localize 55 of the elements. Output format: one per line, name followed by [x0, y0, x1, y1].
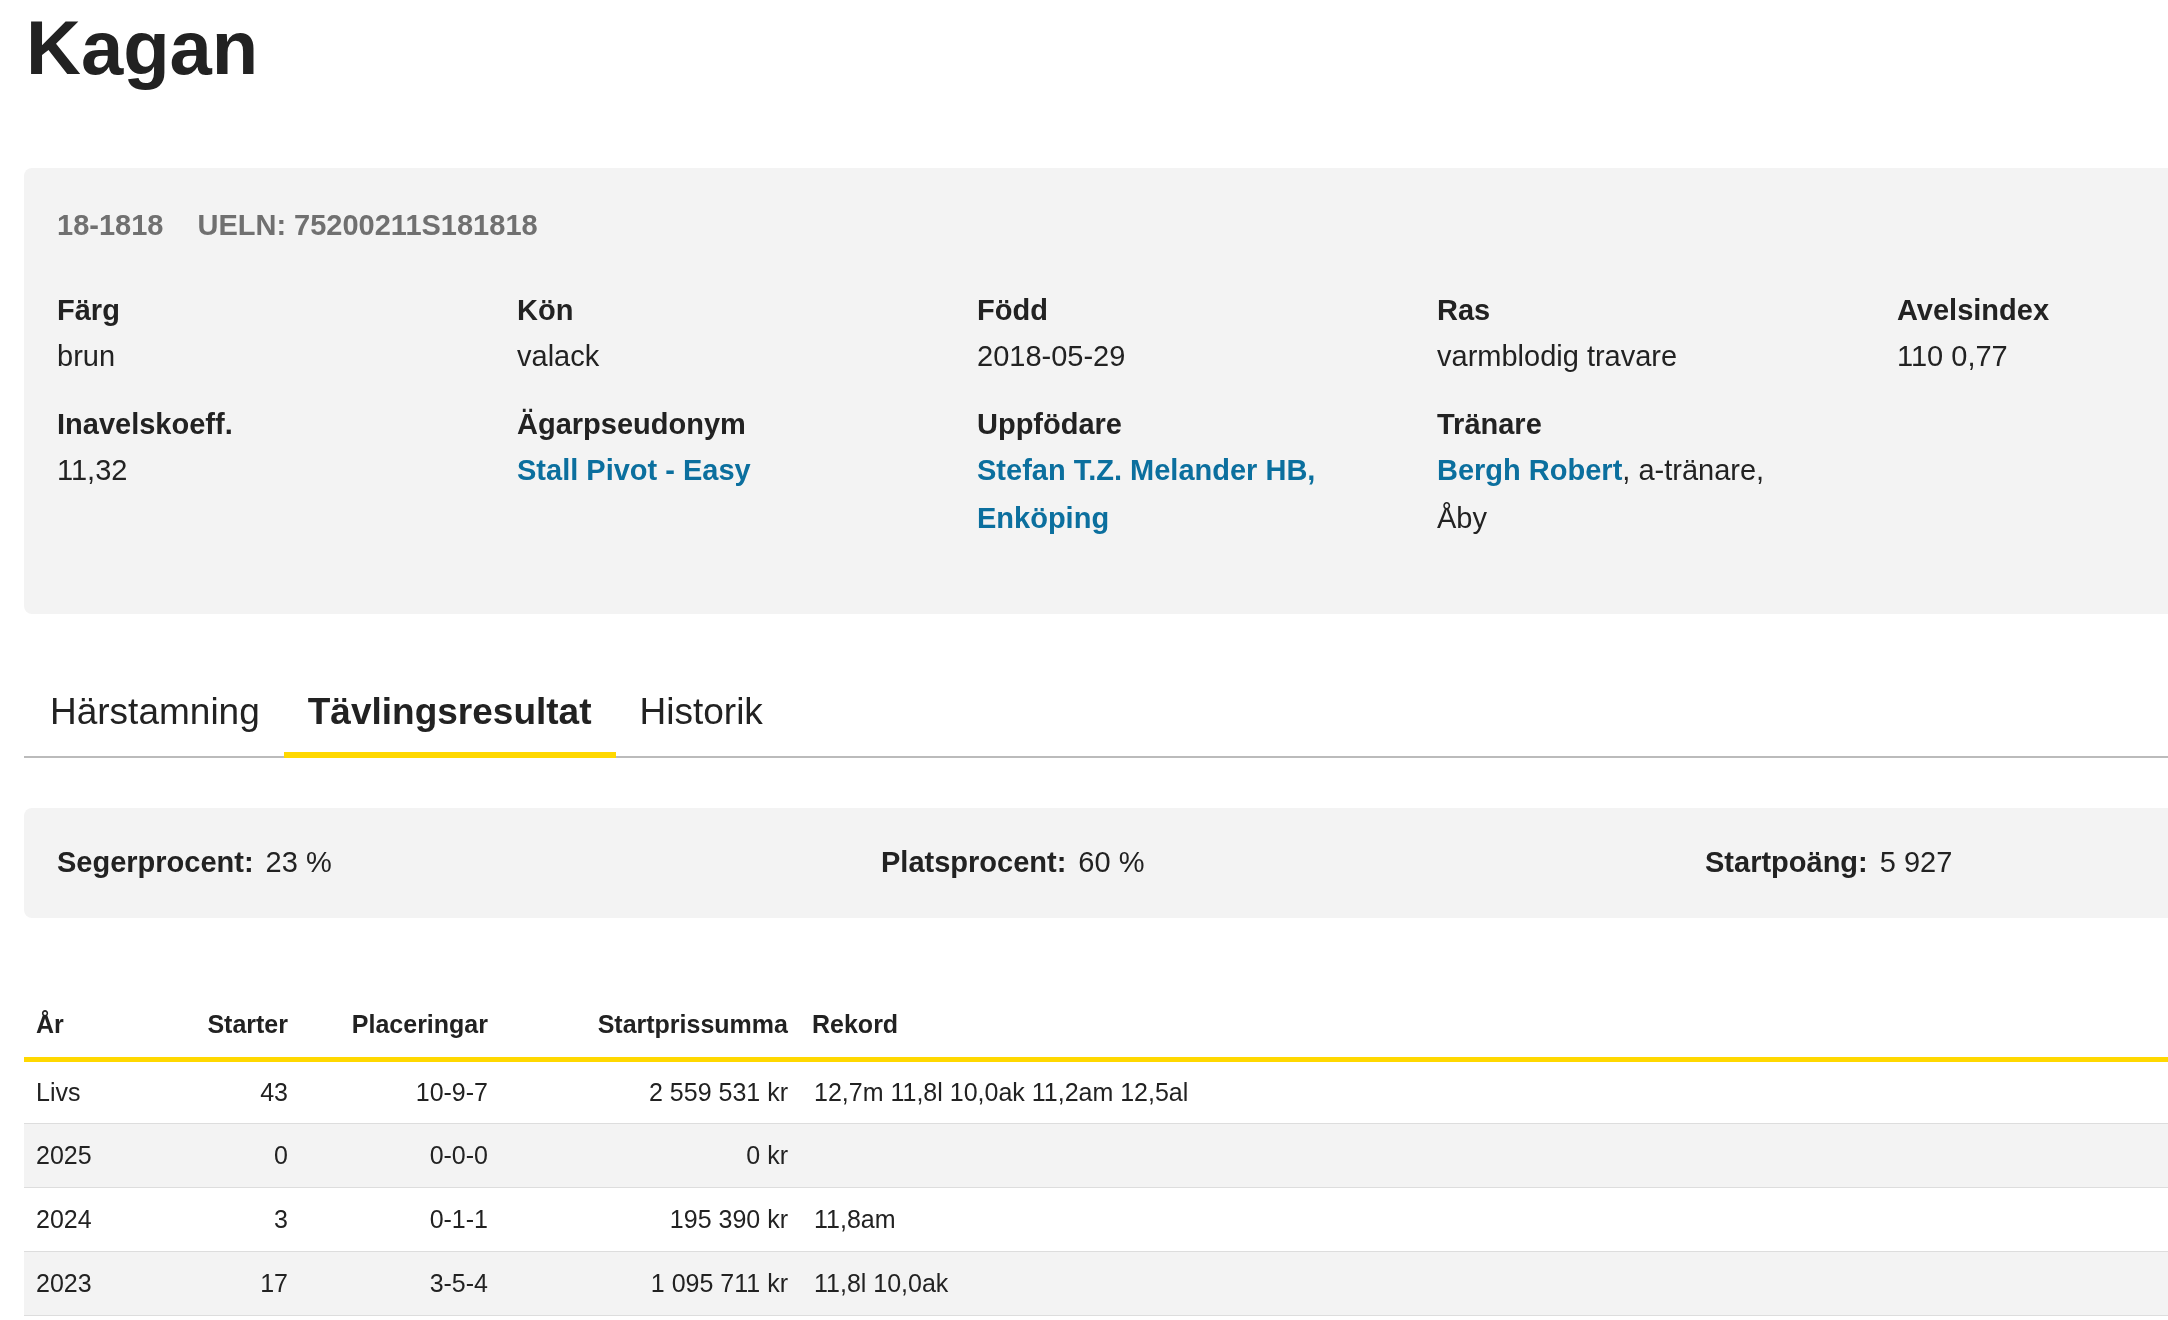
field-label: Tränare [1437, 406, 1543, 442]
table-cell: 2024 [24, 1187, 164, 1252]
field-label: Född [977, 292, 1049, 328]
field-label: Ägarpseudonym [517, 406, 747, 442]
table-cell: 0-1-1 [288, 1187, 488, 1252]
field-value: varmblodig travare [1437, 339, 1678, 372]
tab[interactable]: Härstamning [24, 671, 284, 758]
column-header: Rekord [788, 991, 2168, 1060]
table-cell: 2023 [24, 1251, 164, 1316]
field-label: Färg [57, 292, 121, 328]
table-cell: 0-0-0 [288, 1123, 488, 1188]
field-label: Kön [517, 292, 575, 328]
horse-id: 18-1818 [57, 208, 164, 243]
field-label: Uppfödare [977, 406, 1123, 442]
column-header: Startprissumma [488, 991, 788, 1060]
table-cell: 11,8l 10,0ak [788, 1251, 2168, 1316]
field-link[interactable]: Bergh Robert [1437, 445, 1623, 494]
field-value: 110 0,77 [1897, 339, 2008, 372]
table-cell: 3-5-4 [288, 1251, 488, 1316]
table-cell: 3 [164, 1187, 288, 1252]
tab[interactable]: Historik [615, 671, 787, 758]
field-value: valack [517, 339, 600, 372]
field-label: Avelsindex [1897, 292, 2051, 328]
stat-label: Segerprocent: [57, 844, 254, 880]
field-value: 11,32 [57, 453, 128, 486]
table-cell: 10-9-7 [288, 1059, 488, 1124]
table-cell: 195 390 kr [488, 1187, 788, 1252]
tab[interactable]: Tävlingsresultat [283, 671, 616, 758]
table-cell: 11,8am [788, 1187, 2168, 1252]
table-cell: 12,7m 11,8l 10,0ak 11,2am 12,5al [788, 1059, 2168, 1124]
field-value: Bergh Robert, a-tränare, Åby [1437, 445, 1797, 542]
page-title: Kagan [25, 4, 260, 92]
table-cell: 2025 [24, 1123, 164, 1188]
field-label: Ras [1437, 292, 1492, 328]
field-link[interactable]: Stefan T.Z. Melander HB, Enköping [977, 445, 1337, 542]
table-cell: 2 559 531 kr [488, 1059, 788, 1124]
column-header: Placeringar [288, 991, 488, 1060]
field-link[interactable]: Stall Pivot - Easy [517, 445, 751, 494]
table-cell: 17 [164, 1251, 288, 1316]
column-header: År [24, 991, 164, 1060]
field-label: Inavelskoeff. [57, 406, 234, 442]
table-cell: 0 [164, 1123, 288, 1188]
stat-label: Platsprocent: [881, 844, 1067, 880]
column-header: Starter [164, 991, 288, 1060]
stat-value: 60 % [1078, 844, 1145, 880]
field-value: 2018-05-29 [977, 339, 1126, 372]
horse-id: UELN: 75200211S181818 [197, 208, 538, 243]
stat-value: 23 % [265, 844, 332, 880]
stat-value: 5 927 [1879, 844, 1953, 880]
table-cell: 1 095 711 kr [488, 1251, 788, 1316]
table-cell: Livs [24, 1059, 164, 1124]
field-value: brun [57, 339, 116, 372]
table-cell: 0 kr [488, 1123, 788, 1188]
table-cell: 43 [164, 1059, 288, 1124]
stat-label: Startpoäng: [1705, 844, 1868, 880]
